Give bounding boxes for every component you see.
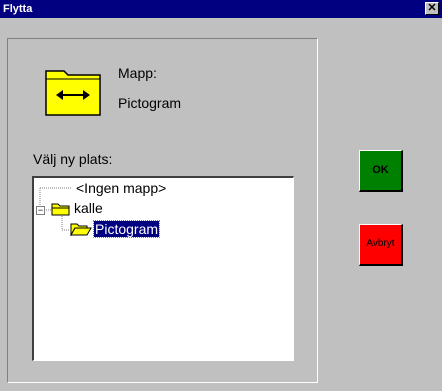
folder-tree[interactable]: <Ingen mapp> − kalle Pictogram bbox=[32, 176, 294, 361]
folder-move-icon bbox=[42, 65, 104, 119]
close-icon: ✕ bbox=[427, 2, 437, 14]
folder-icon bbox=[51, 202, 71, 221]
move-dialog: Flytta ✕ Mapp: Pictogram Välj ny plats: bbox=[0, 0, 442, 391]
title-bar[interactable]: Flytta ✕ bbox=[0, 0, 442, 18]
current-folder-name: Pictogram bbox=[118, 95, 182, 111]
tree-item-no-folder[interactable]: <Ingen mapp> bbox=[76, 180, 166, 196]
open-folder-icon bbox=[70, 222, 92, 241]
window-title: Flytta bbox=[3, 3, 33, 15]
folder-label: Mapp: bbox=[118, 65, 157, 81]
choose-location-label: Välj ny plats: bbox=[33, 151, 113, 167]
ok-button[interactable]: OK bbox=[359, 150, 403, 192]
cancel-button[interactable]: Avbryt bbox=[359, 224, 403, 266]
tree-item-kalle[interactable]: kalle bbox=[74, 200, 103, 216]
close-button[interactable]: ✕ bbox=[425, 2, 439, 15]
collapse-toggle[interactable]: − bbox=[36, 206, 45, 215]
tree-item-pictogram[interactable]: Pictogram bbox=[92, 220, 161, 238]
